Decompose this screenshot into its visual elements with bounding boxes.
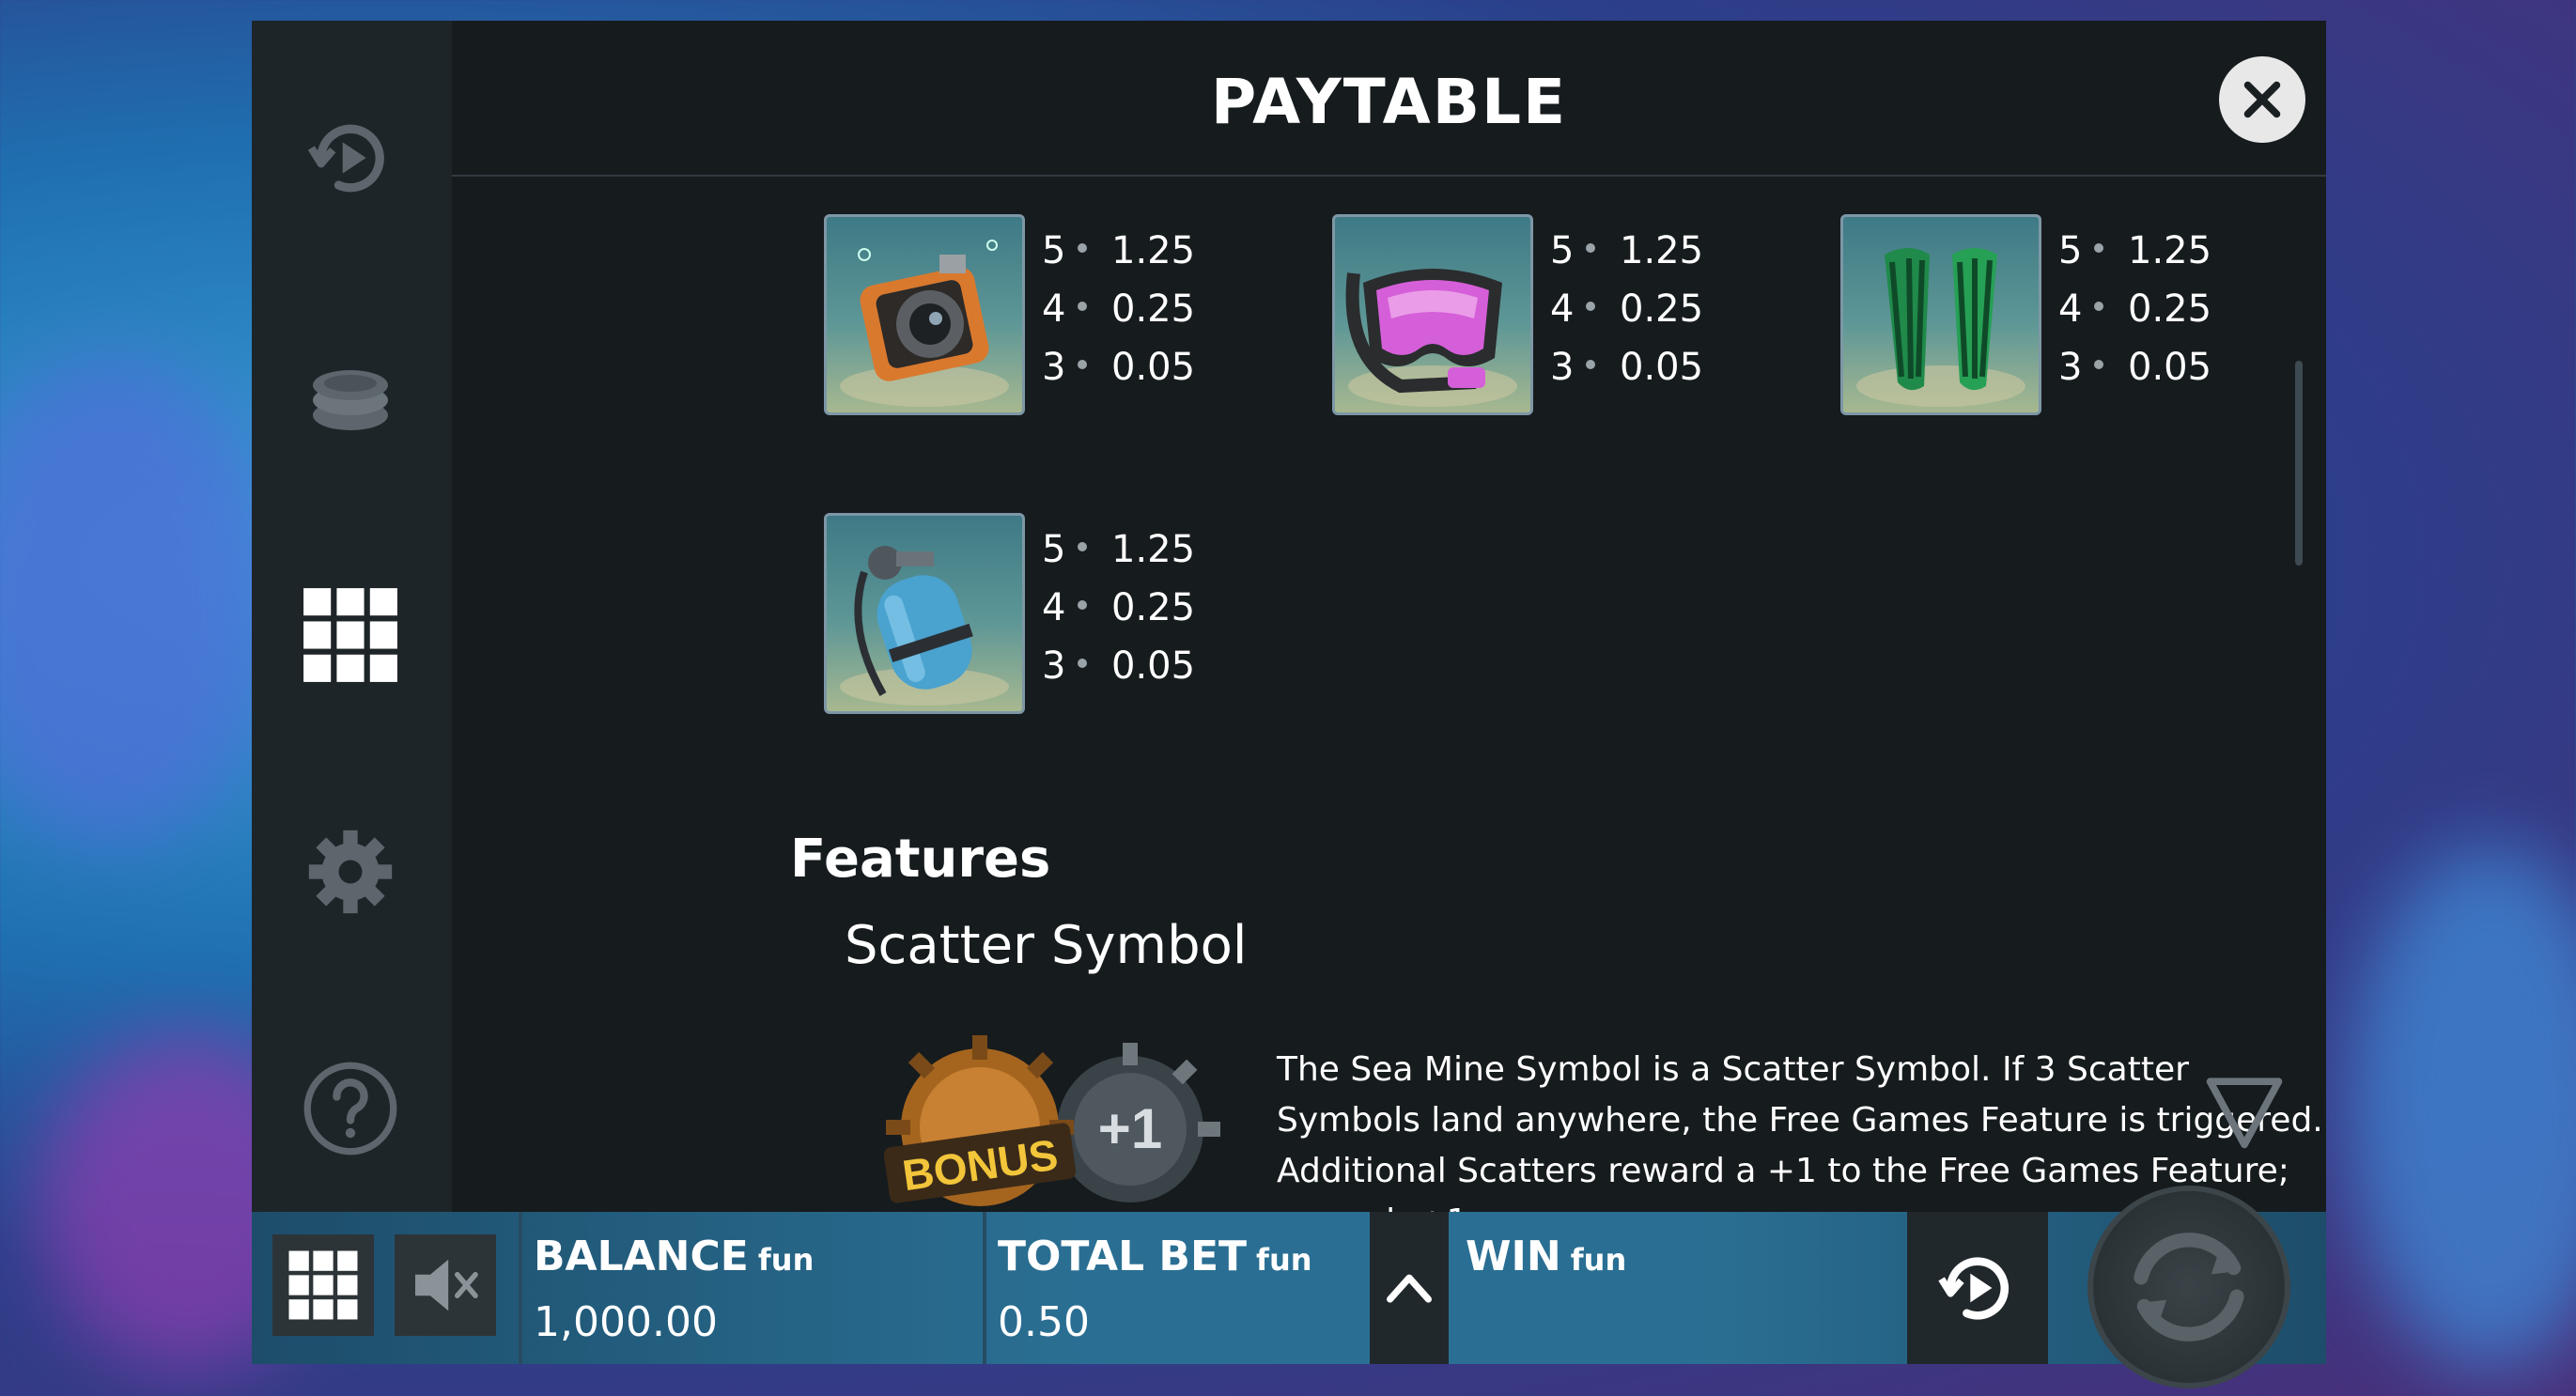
camera-symbol-image — [824, 214, 1025, 415]
features-heading: Features — [790, 829, 1051, 890]
autoplay-button[interactable] — [1907, 1212, 2048, 1364]
help-question-icon — [303, 1062, 397, 1156]
mask-symbol-image — [1332, 214, 1533, 415]
scrollbar-thumb[interactable] — [2295, 361, 2303, 566]
autoplay-icon — [1938, 1257, 2010, 1320]
sidebar-item-bet[interactable] — [294, 342, 407, 455]
pay-row: 3 0.05 — [1042, 346, 1196, 389]
total-bet-value: 0.50 — [998, 1298, 1090, 1346]
sidebar-item-paytable[interactable] — [294, 579, 407, 691]
tank-symbol-image — [824, 513, 1025, 714]
sound-toggle-button[interactable] — [395, 1234, 496, 1336]
menu-button[interactable] — [272, 1234, 374, 1336]
spin-button[interactable] — [2093, 1191, 2285, 1383]
scroll-down-button[interactable] — [2199, 1063, 2289, 1157]
bet-increase-button[interactable] — [1370, 1212, 1449, 1364]
scatter-symbol-image: +1 BONUS — [848, 1016, 1243, 1214]
total-bet-label: TOTAL BET fun — [998, 1233, 1312, 1280]
background-coral-left — [0, 357, 282, 845]
paytable-grid-icon — [303, 588, 397, 682]
pay-row: 5 1.25 — [1042, 229, 1196, 272]
background-coral-right — [2349, 845, 2576, 1372]
close-button[interactable] — [2219, 56, 2305, 143]
pay-row: 5 1.25 — [1550, 229, 1704, 272]
pay-row: 3 0.05 — [1550, 346, 1704, 389]
pay-row: 4 0.25 — [1042, 287, 1196, 331]
divider — [519, 1212, 522, 1364]
settings-gear-icon — [308, 830, 393, 914]
menu-grid-icon — [288, 1250, 358, 1320]
pay-row: 4 0.25 — [1042, 586, 1196, 629]
balance-value: 1,000.00 — [534, 1298, 718, 1346]
pay-row: 4 0.25 — [1550, 287, 1704, 331]
win-label: WIN fun — [1466, 1233, 1627, 1280]
close-icon — [2243, 81, 2281, 118]
sidebar-item-help[interactable] — [294, 1052, 407, 1165]
flippers-symbol-image — [1840, 214, 2041, 415]
sidebar-item-settings[interactable] — [294, 815, 407, 928]
spin-arrows-icon — [2134, 1233, 2244, 1342]
divider — [983, 1212, 986, 1364]
paytable-window: PAYTABLE 5 1.25 4 0.25 3 0.05 5 1.25 4 0… — [252, 21, 2326, 1364]
bottom-bar: BALANCE fun 1,000.00 TOTAL BET fun 0.50 WI… — [252, 1212, 2326, 1364]
pay-row: 5 1.25 — [1042, 528, 1196, 571]
mute-speaker-icon — [415, 1259, 478, 1311]
autoplay-icon — [307, 124, 384, 193]
pay-row: 5 1.25 — [2058, 229, 2212, 272]
sidebar-item-autoplay[interactable] — [294, 101, 407, 214]
scatter-symbol-heading: Scatter Symbol — [845, 915, 1248, 976]
coins-icon — [313, 370, 388, 430]
svg-text:+1: +1 — [1098, 1097, 1162, 1160]
chevron-up-icon — [1387, 1274, 1432, 1303]
title-divider — [452, 175, 2326, 177]
paytable-panel: PAYTABLE 5 1.25 4 0.25 3 0.05 5 1.25 4 0… — [452, 21, 2326, 1241]
balance-label: BALANCE fun — [534, 1233, 815, 1280]
pay-row: 3 0.05 — [2058, 346, 2212, 389]
pay-row: 3 0.05 — [1042, 644, 1196, 688]
sidebar-menu — [252, 21, 452, 1212]
page-title: PAYTABLE — [1210, 66, 1568, 138]
pay-row: 4 0.25 — [2058, 287, 2212, 331]
chevron-down-icon — [2206, 1078, 2283, 1149]
